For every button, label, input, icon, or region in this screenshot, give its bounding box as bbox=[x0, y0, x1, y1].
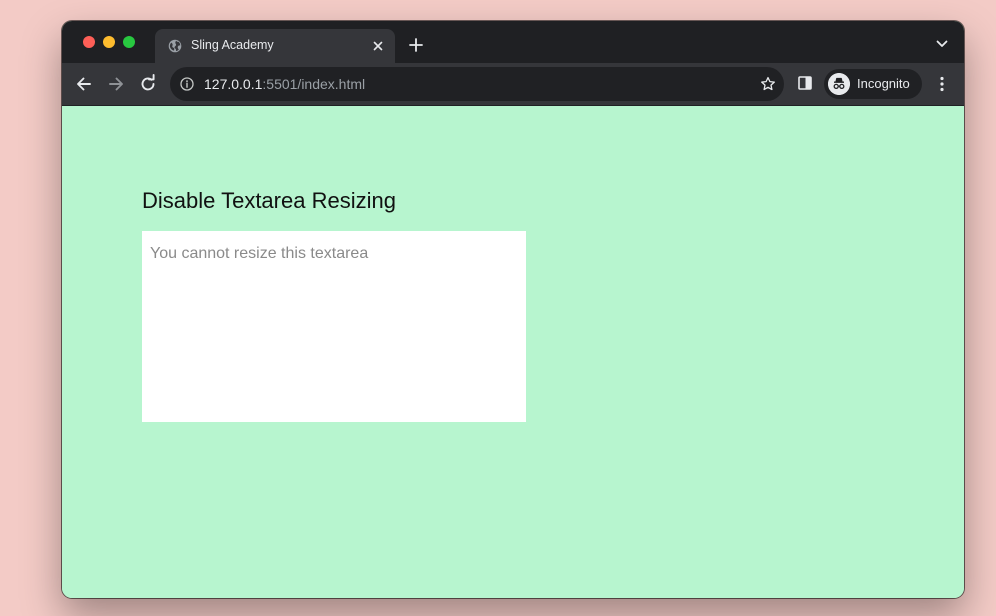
new-tab-button[interactable] bbox=[408, 37, 424, 53]
maximize-window-button[interactable] bbox=[123, 36, 135, 48]
close-icon[interactable] bbox=[371, 39, 385, 53]
tab-strip: Sling Academy bbox=[62, 21, 964, 63]
more-vert-icon[interactable] bbox=[936, 75, 948, 93]
incognito-profile-button[interactable]: Incognito bbox=[824, 69, 922, 99]
minimize-window-button[interactable] bbox=[103, 36, 115, 48]
info-icon[interactable] bbox=[180, 77, 194, 91]
tab-title: Sling Academy bbox=[191, 38, 274, 52]
url-text[interactable]: 127.0.0.1:5501/index.html bbox=[204, 76, 365, 92]
incognito-icon bbox=[828, 73, 850, 95]
url-host: 127.0.0.1 bbox=[204, 76, 263, 92]
side-panel-icon[interactable] bbox=[798, 76, 812, 90]
globe-icon bbox=[168, 39, 182, 53]
chevron-down-icon[interactable] bbox=[936, 39, 948, 49]
url-path: :5501/index.html bbox=[262, 76, 366, 92]
browser-window: Sling Academy 127.0.0.1:5501/index.html … bbox=[62, 21, 964, 598]
incognito-label: Incognito bbox=[857, 76, 910, 91]
address-bar[interactable]: 127.0.0.1:5501/index.html bbox=[170, 67, 784, 101]
star-icon[interactable] bbox=[760, 76, 776, 92]
reload-icon[interactable] bbox=[138, 74, 158, 94]
non-resizable-textarea[interactable] bbox=[142, 231, 526, 422]
browser-toolbar: 127.0.0.1:5501/index.html Incognito bbox=[62, 63, 964, 106]
page-viewport: Disable Textarea Resizing bbox=[62, 106, 964, 598]
forward-arrow-icon[interactable] bbox=[106, 74, 126, 94]
close-window-button[interactable] bbox=[83, 36, 95, 48]
back-arrow-icon[interactable] bbox=[74, 74, 94, 94]
page-title: Disable Textarea Resizing bbox=[142, 188, 396, 213]
tab-sling-academy[interactable]: Sling Academy bbox=[155, 29, 395, 63]
